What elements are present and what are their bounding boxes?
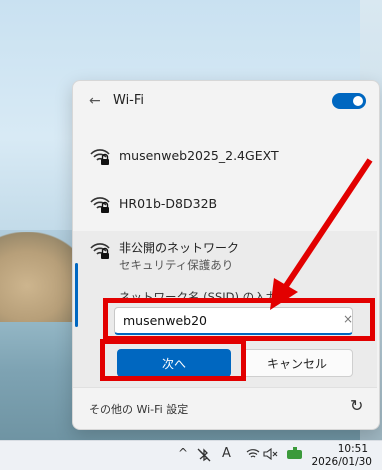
clock-time[interactable]: 10:51: [338, 443, 368, 455]
taskbar: ^ A 10:51 2026/01/30: [0, 440, 382, 470]
battery-charging-icon[interactable]: [286, 447, 304, 461]
wifi-tray-icon[interactable]: [246, 448, 260, 460]
volume-muted-icon[interactable]: [263, 448, 279, 460]
input-mode-indicator[interactable]: A: [222, 446, 231, 461]
annotation-arrow: [270, 158, 373, 310]
chevron-up-icon[interactable]: ^: [178, 446, 188, 460]
clock-date[interactable]: 2026/01/30: [311, 456, 372, 468]
bluetooth-off-icon[interactable]: [196, 447, 212, 463]
